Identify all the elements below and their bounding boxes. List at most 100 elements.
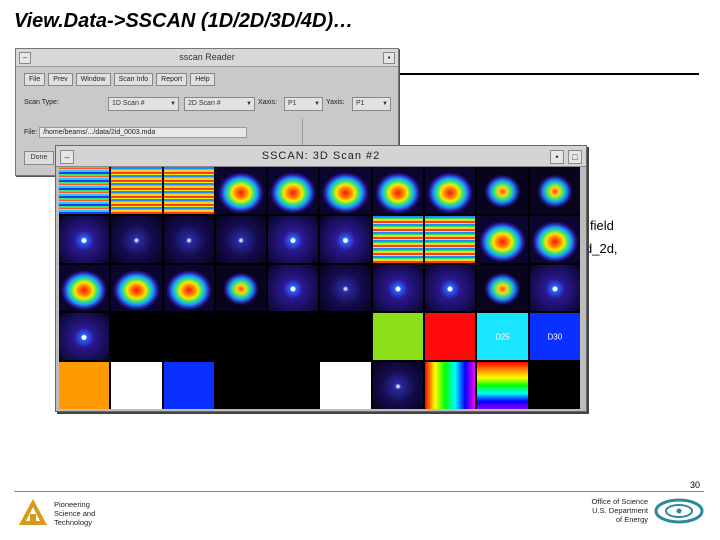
page-number: 30	[689, 480, 700, 490]
footer-left-text: Pioneering Science and Technology	[54, 500, 95, 527]
scan-image-cell[interactable]	[215, 264, 267, 312]
scan-titlebar: – SSCAN: 3D Scan #2 • □	[56, 146, 586, 167]
scan-image-cell[interactable]	[477, 362, 528, 409]
scan-image-cell[interactable]	[59, 167, 110, 214]
footer-left-line: Pioneering	[54, 500, 90, 509]
done-button[interactable]: Done	[24, 151, 54, 165]
scan-image-cell[interactable]: D25	[477, 313, 528, 361]
scan-image-cell[interactable]	[425, 167, 476, 214]
menu-help[interactable]: Help	[190, 73, 215, 86]
scan-image-cell[interactable]	[163, 167, 214, 214]
scan-image-cell[interactable]	[372, 362, 424, 409]
scan-image-cell[interactable]	[372, 264, 424, 312]
xaxis-select[interactable]: P1 ▼	[284, 97, 323, 111]
xaxis-label: Xaxis:	[258, 99, 278, 106]
scan-image-cell[interactable]	[215, 215, 267, 263]
scan-image-cell[interactable]	[372, 313, 424, 361]
scan-image-cell[interactable]	[268, 362, 319, 409]
footer-left-line: Technology	[54, 518, 92, 527]
scan-image-cell[interactable]	[111, 215, 162, 263]
xaxis-value: P1	[288, 100, 297, 107]
chevron-down-icon: ▼	[170, 101, 176, 107]
cell-label: D30	[547, 332, 563, 342]
menu-file[interactable]: File	[24, 73, 46, 86]
scan-image-cell[interactable]	[425, 362, 476, 409]
yaxis-value: P1	[356, 100, 365, 107]
reader-titlebar: – sscan Reader ▪	[16, 49, 398, 67]
scan-window-title: SSCAN: 3D Scan #2	[261, 150, 381, 162]
scan-image-cell[interactable]	[215, 167, 267, 214]
menu-report[interactable]: Report	[156, 73, 188, 86]
scan-image-cell[interactable]	[529, 362, 580, 409]
cell-label: D25	[495, 332, 510, 342]
scan-image-cell[interactable]	[59, 313, 110, 361]
menu-window[interactable]: Window	[75, 73, 111, 86]
scan-image-cell[interactable]	[320, 362, 371, 409]
scan-image-cell[interactable]	[163, 215, 214, 263]
scan-image-cell[interactable]	[477, 215, 528, 263]
scan-image-cell[interactable]	[111, 313, 162, 361]
scan-1d-value: 1D Scan #	[112, 100, 145, 107]
scan-image-cell[interactable]	[215, 362, 267, 409]
scan-image-cell[interactable]	[268, 313, 319, 361]
scan-1d-combo[interactable]: 1D Scan # ▼	[108, 97, 179, 111]
scan-image-cell[interactable]	[59, 264, 110, 312]
file-label: File:	[24, 129, 38, 136]
doe-logo-icon	[654, 498, 704, 524]
scan-image-cell[interactable]	[111, 264, 162, 312]
reader-window-title: sscan Reader	[179, 52, 235, 62]
scan-image-cell[interactable]	[320, 167, 371, 214]
image-grid: D25 D30	[59, 167, 580, 409]
menu-scan-info[interactable]: Scan Info	[113, 73, 154, 86]
scan-image-cell[interactable]	[425, 313, 476, 361]
background-text-d2d: d_2d,	[585, 241, 618, 256]
menu-prev[interactable]: Prev	[48, 73, 73, 86]
scan-image-cell[interactable]	[425, 264, 476, 312]
scan-image-cell[interactable]	[163, 313, 214, 361]
scan-image-cell[interactable]	[529, 167, 580, 214]
file-path-field[interactable]: /home/beams/.../data/2id_0003.mda	[39, 127, 248, 138]
scan-image-cell[interactable]	[268, 264, 319, 312]
yaxis-select[interactable]: P1 ▼	[352, 97, 391, 111]
scan-image-cell[interactable]	[320, 215, 371, 263]
minimize-icon[interactable]: ▪	[383, 52, 395, 64]
chevron-down-icon: ▼	[382, 101, 388, 107]
scan-image-cell[interactable]	[59, 362, 110, 409]
scan-image-cell[interactable]	[320, 264, 371, 312]
slide-title: View.Data->SSCAN (1D/2D/3D/4D)…	[14, 10, 354, 32]
scan-image-cell[interactable]	[425, 215, 476, 263]
scan-2d-combo[interactable]: 2D Scan # ▼	[184, 97, 255, 111]
footer-rule	[14, 491, 704, 492]
scan-image-cell[interactable]	[163, 264, 214, 312]
chevron-down-icon: ▼	[246, 101, 252, 107]
title-underline	[396, 73, 699, 75]
scan-image-cell[interactable]	[477, 167, 528, 214]
footer-left-line: Science and	[54, 509, 96, 518]
footer-right-line: U.S. Department	[592, 506, 648, 515]
scan-image-cell[interactable]	[320, 313, 371, 361]
scan-2d-value: 2D Scan #	[188, 100, 221, 107]
scan-image-cell[interactable]	[268, 215, 319, 263]
footer-right-line: Office of Science	[591, 497, 648, 506]
scan-image-cell[interactable]	[529, 215, 580, 263]
yaxis-label: Yaxis:	[326, 99, 345, 106]
sscan-3d-window: – SSCAN: 3D Scan #2 • □ D25 D30	[55, 145, 587, 412]
scan-image-cell[interactable]	[268, 167, 319, 214]
scan-image-cell[interactable]	[163, 362, 214, 409]
scan-image-cell[interactable]	[372, 215, 424, 263]
background-text-field: field	[590, 218, 614, 233]
scan-image-cell[interactable]	[372, 167, 424, 214]
scan-image-cell[interactable]: D30	[529, 313, 580, 361]
footer-right-line: of Energy	[615, 515, 648, 524]
scan-image-cell[interactable]	[111, 362, 162, 409]
scan-image-cell[interactable]	[215, 313, 267, 361]
scan-type-label: Scan Type:	[24, 99, 59, 106]
scan-image-cell[interactable]	[111, 167, 162, 214]
footer-right-text: Office of Science U.S. Department of Ene…	[560, 497, 648, 524]
maximize-icon[interactable]: □	[568, 150, 582, 164]
chevron-down-icon: ▼	[314, 101, 320, 107]
minimize-icon[interactable]: •	[550, 150, 564, 164]
scan-image-cell[interactable]	[59, 215, 110, 263]
scan-image-cell[interactable]	[529, 264, 580, 312]
scan-image-cell[interactable]	[477, 264, 528, 312]
